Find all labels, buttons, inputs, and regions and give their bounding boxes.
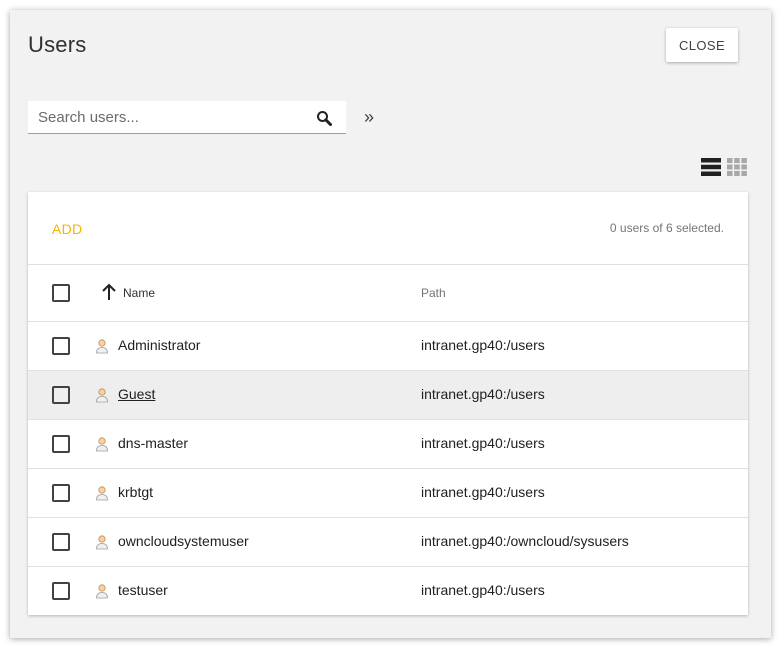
row-checkbox[interactable] bbox=[52, 386, 70, 404]
user-path: intranet.gp40:/users bbox=[421, 435, 545, 451]
selection-count: 0 users of 6 selected. bbox=[609, 221, 724, 235]
user-path: intranet.gp40:/owncloud/sysusers bbox=[421, 533, 629, 549]
table-row[interactable]: dns-master intranet.gp40:/users bbox=[28, 420, 748, 469]
row-checkbox[interactable] bbox=[52, 582, 70, 600]
list-view-icon[interactable] bbox=[701, 157, 721, 177]
user-name[interactable]: krbtgt bbox=[118, 484, 153, 500]
select-all-checkbox[interactable] bbox=[52, 284, 70, 302]
table-header-row: Name Path bbox=[28, 265, 748, 322]
user-icon bbox=[96, 535, 108, 550]
table-row[interactable]: owncloudsystemuser intranet.gp40:/ownclo… bbox=[28, 518, 748, 567]
sort-ascending-icon[interactable] bbox=[101, 283, 117, 301]
row-checkbox[interactable] bbox=[52, 484, 70, 502]
table-toolbar: ADD 0 users of 6 selected. bbox=[28, 192, 748, 265]
column-header-name[interactable]: Name bbox=[123, 286, 155, 300]
user-path: intranet.gp40:/users bbox=[421, 582, 545, 598]
row-checkbox[interactable] bbox=[52, 337, 70, 355]
dialog-title: Users bbox=[28, 32, 87, 57]
add-button[interactable]: ADD bbox=[52, 221, 82, 237]
double-chevron-right-icon[interactable]: » bbox=[364, 108, 378, 126]
user-name[interactable]: testuser bbox=[118, 582, 168, 598]
grid-view-icon[interactable] bbox=[727, 157, 747, 177]
user-icon bbox=[96, 339, 108, 354]
user-icon bbox=[96, 437, 108, 452]
row-checkbox[interactable] bbox=[52, 435, 70, 453]
user-name[interactable]: Administrator bbox=[118, 337, 200, 353]
close-button[interactable]: CLOSE bbox=[666, 28, 738, 62]
user-icon bbox=[96, 388, 108, 403]
table-row[interactable]: Guest intranet.gp40:/users bbox=[28, 371, 748, 420]
row-checkbox[interactable] bbox=[52, 533, 70, 551]
search-box bbox=[28, 101, 346, 134]
users-dialog: Users CLOSE » ADD 0 users of 6 selected. bbox=[10, 10, 771, 638]
user-path: intranet.gp40:/users bbox=[421, 484, 545, 500]
user-name[interactable]: dns-master bbox=[118, 435, 188, 451]
search-icon[interactable] bbox=[316, 110, 332, 126]
table-row[interactable]: testuser intranet.gp40:/users bbox=[28, 567, 748, 615]
search-input[interactable] bbox=[28, 101, 308, 133]
column-header-path[interactable]: Path bbox=[421, 286, 446, 300]
user-path: intranet.gp40:/users bbox=[421, 386, 545, 402]
user-name[interactable]: owncloudsystemuser bbox=[118, 533, 249, 549]
user-name[interactable]: Guest bbox=[118, 386, 155, 402]
users-table-card: ADD 0 users of 6 selected. Name Path Adm… bbox=[28, 192, 748, 615]
user-icon bbox=[96, 486, 108, 501]
table-row[interactable]: krbtgt intranet.gp40:/users bbox=[28, 469, 748, 518]
user-path: intranet.gp40:/users bbox=[421, 337, 545, 353]
table-row[interactable]: Administrator intranet.gp40:/users bbox=[28, 322, 748, 371]
user-icon bbox=[96, 584, 108, 599]
